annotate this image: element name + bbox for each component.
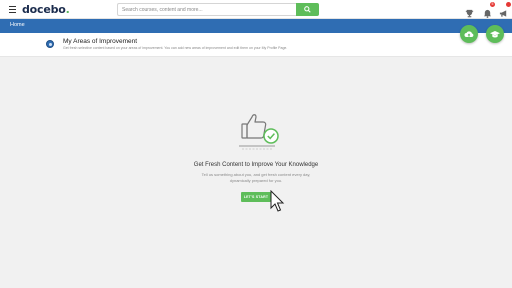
docebo-logo[interactable]: docebo. <box>22 3 70 16</box>
nav-bar: Home <box>0 19 512 33</box>
empty-state-description: Tell us something about you, and get fre… <box>0 172 512 184</box>
cloud-upload-icon <box>464 31 474 37</box>
announcement-badge <box>506 2 511 7</box>
empty-state-description-line2: dynamically prepared for you. <box>229 178 283 183</box>
menu-icon[interactable] <box>9 6 16 13</box>
search-bar <box>117 3 319 16</box>
area-globe-icon <box>46 40 54 48</box>
empty-state-title: Get Fresh Content to Improve Your Knowle… <box>193 162 319 168</box>
area-description: Get fresh selective content based on you… <box>63 46 288 50</box>
notification-badge: 5 <box>490 2 495 7</box>
learning-fab-button[interactable] <box>486 25 504 43</box>
search-button[interactable] <box>296 3 319 16</box>
area-title: My Areas of Improvement <box>63 38 138 45</box>
upload-fab-button[interactable] <box>460 25 478 43</box>
lets-start-button[interactable]: LET'S START <box>241 192 271 202</box>
search-input[interactable] <box>117 3 297 16</box>
nav-home-link[interactable]: Home <box>10 22 25 28</box>
trophy-icon[interactable] <box>465 5 474 18</box>
logo-text: docebo <box>22 3 66 16</box>
graduation-cap-icon <box>490 31 500 38</box>
mouse-cursor-icon <box>270 190 285 212</box>
bell-icon[interactable]: 5 <box>483 2 495 18</box>
top-bar: docebo. 5 <box>0 0 512 19</box>
search-icon <box>304 6 311 13</box>
logo-dot: . <box>65 3 70 16</box>
area-header <box>0 33 512 57</box>
megaphone-icon[interactable] <box>499 2 511 17</box>
thumbs-up-illustration <box>239 114 279 150</box>
